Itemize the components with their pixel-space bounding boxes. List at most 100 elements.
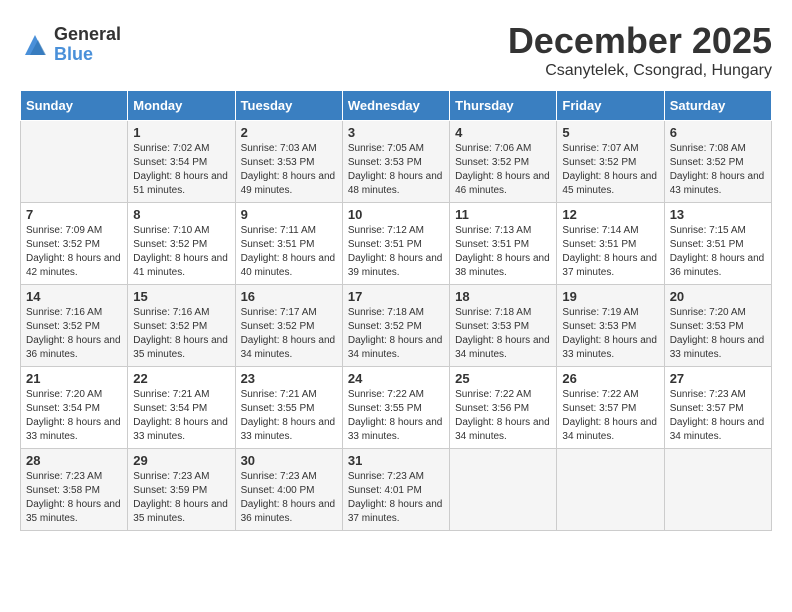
- day-number: 29: [133, 453, 229, 468]
- calendar-week-row: 28 Sunrise: 7:23 AMSunset: 3:58 PMDayligh…: [21, 449, 772, 531]
- calendar-cell: 22 Sunrise: 7:21 AMSunset: 3:54 PMDayligh…: [128, 367, 235, 449]
- day-number: 26: [562, 371, 658, 386]
- calendar-cell: 28 Sunrise: 7:23 AMSunset: 3:58 PMDayligh…: [21, 449, 128, 531]
- calendar-cell: 17 Sunrise: 7:18 AMSunset: 3:52 PMDayligh…: [342, 285, 449, 367]
- day-info: Sunrise: 7:20 AMSunset: 3:54 PMDaylight:…: [26, 388, 122, 444]
- header-day-monday: Monday: [128, 91, 235, 121]
- day-info: Sunrise: 7:12 AMSunset: 3:51 PMDaylight:…: [348, 224, 444, 280]
- header-day-tuesday: Tuesday: [235, 91, 342, 121]
- day-info: Sunrise: 7:21 AMSunset: 3:55 PMDaylight:…: [241, 388, 337, 444]
- calendar-cell: 29 Sunrise: 7:23 AMSunset: 3:59 PMDayligh…: [128, 449, 235, 531]
- day-number: 30: [241, 453, 337, 468]
- day-info: Sunrise: 7:07 AMSunset: 3:52 PMDaylight:…: [562, 142, 658, 198]
- calendar-cell: 2Sunrise: 7:03 AMSunset: 3:53 PMDaylight…: [235, 121, 342, 203]
- day-info: Sunrise: 7:03 AMSunset: 3:53 PMDaylight:…: [241, 142, 337, 198]
- calendar-cell: 5 Sunrise: 7:07 AMSunset: 3:52 PMDaylight…: [557, 121, 664, 203]
- header-day-friday: Friday: [557, 91, 664, 121]
- day-number: 25: [455, 371, 551, 386]
- calendar-cell: [557, 449, 664, 531]
- day-number: 4: [455, 125, 551, 140]
- day-info: Sunrise: 7:23 AMSunset: 3:57 PMDaylight:…: [670, 388, 766, 444]
- calendar-cell: 1Sunrise: 7:02 AMSunset: 3:54 PMDaylight…: [128, 121, 235, 203]
- calendar-cell: 7 Sunrise: 7:09 AMSunset: 3:52 PMDaylight…: [21, 203, 128, 285]
- calendar-cell: 12 Sunrise: 7:14 AMSunset: 3:51 PMDayligh…: [557, 203, 664, 285]
- day-number: 16: [241, 289, 337, 304]
- calendar-cell: 11 Sunrise: 7:13 AMSunset: 3:51 PMDayligh…: [450, 203, 557, 285]
- logo-general-text: General: [54, 25, 121, 45]
- header: General Blue December 2025 Csanytelek, C…: [20, 20, 772, 80]
- calendar-week-row: 1Sunrise: 7:02 AMSunset: 3:54 PMDaylight…: [21, 121, 772, 203]
- logo-icon: [20, 30, 50, 60]
- calendar-week-row: 7 Sunrise: 7:09 AMSunset: 3:52 PMDaylight…: [21, 203, 772, 285]
- day-number: 19: [562, 289, 658, 304]
- day-number: 17: [348, 289, 444, 304]
- day-info: Sunrise: 7:23 AMSunset: 3:59 PMDaylight:…: [133, 470, 229, 526]
- day-number: 12: [562, 207, 658, 222]
- day-number: 15: [133, 289, 229, 304]
- calendar-cell: 19 Sunrise: 7:19 AMSunset: 3:53 PMDayligh…: [557, 285, 664, 367]
- day-info: Sunrise: 7:11 AMSunset: 3:51 PMDaylight:…: [241, 224, 337, 280]
- header-day-sunday: Sunday: [21, 91, 128, 121]
- day-info: Sunrise: 7:16 AMSunset: 3:52 PMDaylight:…: [133, 306, 229, 362]
- calendar-cell: 15 Sunrise: 7:16 AMSunset: 3:52 PMDayligh…: [128, 285, 235, 367]
- day-number: 31: [348, 453, 444, 468]
- day-info: Sunrise: 7:20 AMSunset: 3:53 PMDaylight:…: [670, 306, 766, 362]
- day-info: Sunrise: 7:02 AMSunset: 3:54 PMDaylight:…: [133, 142, 229, 198]
- day-info: Sunrise: 7:14 AMSunset: 3:51 PMDaylight:…: [562, 224, 658, 280]
- calendar-cell: 3Sunrise: 7:05 AMSunset: 3:53 PMDaylight…: [342, 121, 449, 203]
- calendar-cell: 21 Sunrise: 7:20 AMSunset: 3:54 PMDayligh…: [21, 367, 128, 449]
- day-number: 11: [455, 207, 551, 222]
- day-number: 22: [133, 371, 229, 386]
- calendar-cell: [21, 121, 128, 203]
- day-info: Sunrise: 7:09 AMSunset: 3:52 PMDaylight:…: [26, 224, 122, 280]
- day-info: Sunrise: 7:08 AMSunset: 3:52 PMDaylight:…: [670, 142, 766, 198]
- day-number: 10: [348, 207, 444, 222]
- day-number: 5: [562, 125, 658, 140]
- calendar-header-row: SundayMondayTuesdayWednesdayThursdayFrid…: [21, 91, 772, 121]
- calendar-cell: [664, 449, 771, 531]
- calendar-cell: 4 Sunrise: 7:06 AMSunset: 3:52 PMDaylight…: [450, 121, 557, 203]
- day-info: Sunrise: 7:22 AMSunset: 3:55 PMDaylight:…: [348, 388, 444, 444]
- calendar-cell: 25Sunrise: 7:22 AMSunset: 3:56 PMDayligh…: [450, 367, 557, 449]
- calendar-cell: 23Sunrise: 7:21 AMSunset: 3:55 PMDayligh…: [235, 367, 342, 449]
- logo: General Blue: [20, 25, 121, 65]
- calendar-cell: 18 Sunrise: 7:18 AMSunset: 3:53 PMDayligh…: [450, 285, 557, 367]
- calendar-cell: 31 Sunrise: 7:23 AMSunset: 4:01 PMDayligh…: [342, 449, 449, 531]
- day-number: 21: [26, 371, 122, 386]
- header-day-thursday: Thursday: [450, 91, 557, 121]
- calendar-week-row: 21 Sunrise: 7:20 AMSunset: 3:54 PMDayligh…: [21, 367, 772, 449]
- calendar-cell: 14Sunrise: 7:16 AMSunset: 3:52 PMDayligh…: [21, 285, 128, 367]
- calendar-cell: 16 Sunrise: 7:17 AMSunset: 3:52 PMDayligh…: [235, 285, 342, 367]
- logo-blue-text: Blue: [54, 45, 121, 65]
- calendar-cell: 30 Sunrise: 7:23 AMSunset: 4:00 PMDayligh…: [235, 449, 342, 531]
- day-info: Sunrise: 7:19 AMSunset: 3:53 PMDaylight:…: [562, 306, 658, 362]
- calendar-cell: 9 Sunrise: 7:11 AMSunset: 3:51 PMDaylight…: [235, 203, 342, 285]
- day-info: Sunrise: 7:17 AMSunset: 3:52 PMDaylight:…: [241, 306, 337, 362]
- day-info: Sunrise: 7:23 AMSunset: 3:58 PMDaylight:…: [26, 470, 122, 526]
- calendar-cell: [450, 449, 557, 531]
- title-area: December 2025 Csanytelek, Csongrad, Hung…: [508, 20, 772, 80]
- day-info: Sunrise: 7:05 AMSunset: 3:53 PMDaylight:…: [348, 142, 444, 198]
- day-info: Sunrise: 7:10 AMSunset: 3:52 PMDaylight:…: [133, 224, 229, 280]
- calendar-cell: 10 Sunrise: 7:12 AMSunset: 3:51 PMDayligh…: [342, 203, 449, 285]
- day-info: Sunrise: 7:18 AMSunset: 3:52 PMDaylight:…: [348, 306, 444, 362]
- day-info: Sunrise: 7:23 AMSunset: 4:00 PMDaylight:…: [241, 470, 337, 526]
- day-info: Sunrise: 7:13 AMSunset: 3:51 PMDaylight:…: [455, 224, 551, 280]
- day-number: 27: [670, 371, 766, 386]
- day-number: 28: [26, 453, 122, 468]
- calendar-week-row: 14Sunrise: 7:16 AMSunset: 3:52 PMDayligh…: [21, 285, 772, 367]
- calendar-cell: 20Sunrise: 7:20 AMSunset: 3:53 PMDayligh…: [664, 285, 771, 367]
- day-number: 6: [670, 125, 766, 140]
- day-number: 8: [133, 207, 229, 222]
- day-info: Sunrise: 7:21 AMSunset: 3:54 PMDaylight:…: [133, 388, 229, 444]
- day-number: 13: [670, 207, 766, 222]
- day-number: 7: [26, 207, 122, 222]
- day-number: 18: [455, 289, 551, 304]
- calendar-cell: 8 Sunrise: 7:10 AMSunset: 3:52 PMDaylight…: [128, 203, 235, 285]
- day-info: Sunrise: 7:15 AMSunset: 3:51 PMDaylight:…: [670, 224, 766, 280]
- day-info: Sunrise: 7:06 AMSunset: 3:52 PMDaylight:…: [455, 142, 551, 198]
- day-number: 9: [241, 207, 337, 222]
- day-info: Sunrise: 7:23 AMSunset: 4:01 PMDaylight:…: [348, 470, 444, 526]
- day-info: Sunrise: 7:18 AMSunset: 3:53 PMDaylight:…: [455, 306, 551, 362]
- header-day-wednesday: Wednesday: [342, 91, 449, 121]
